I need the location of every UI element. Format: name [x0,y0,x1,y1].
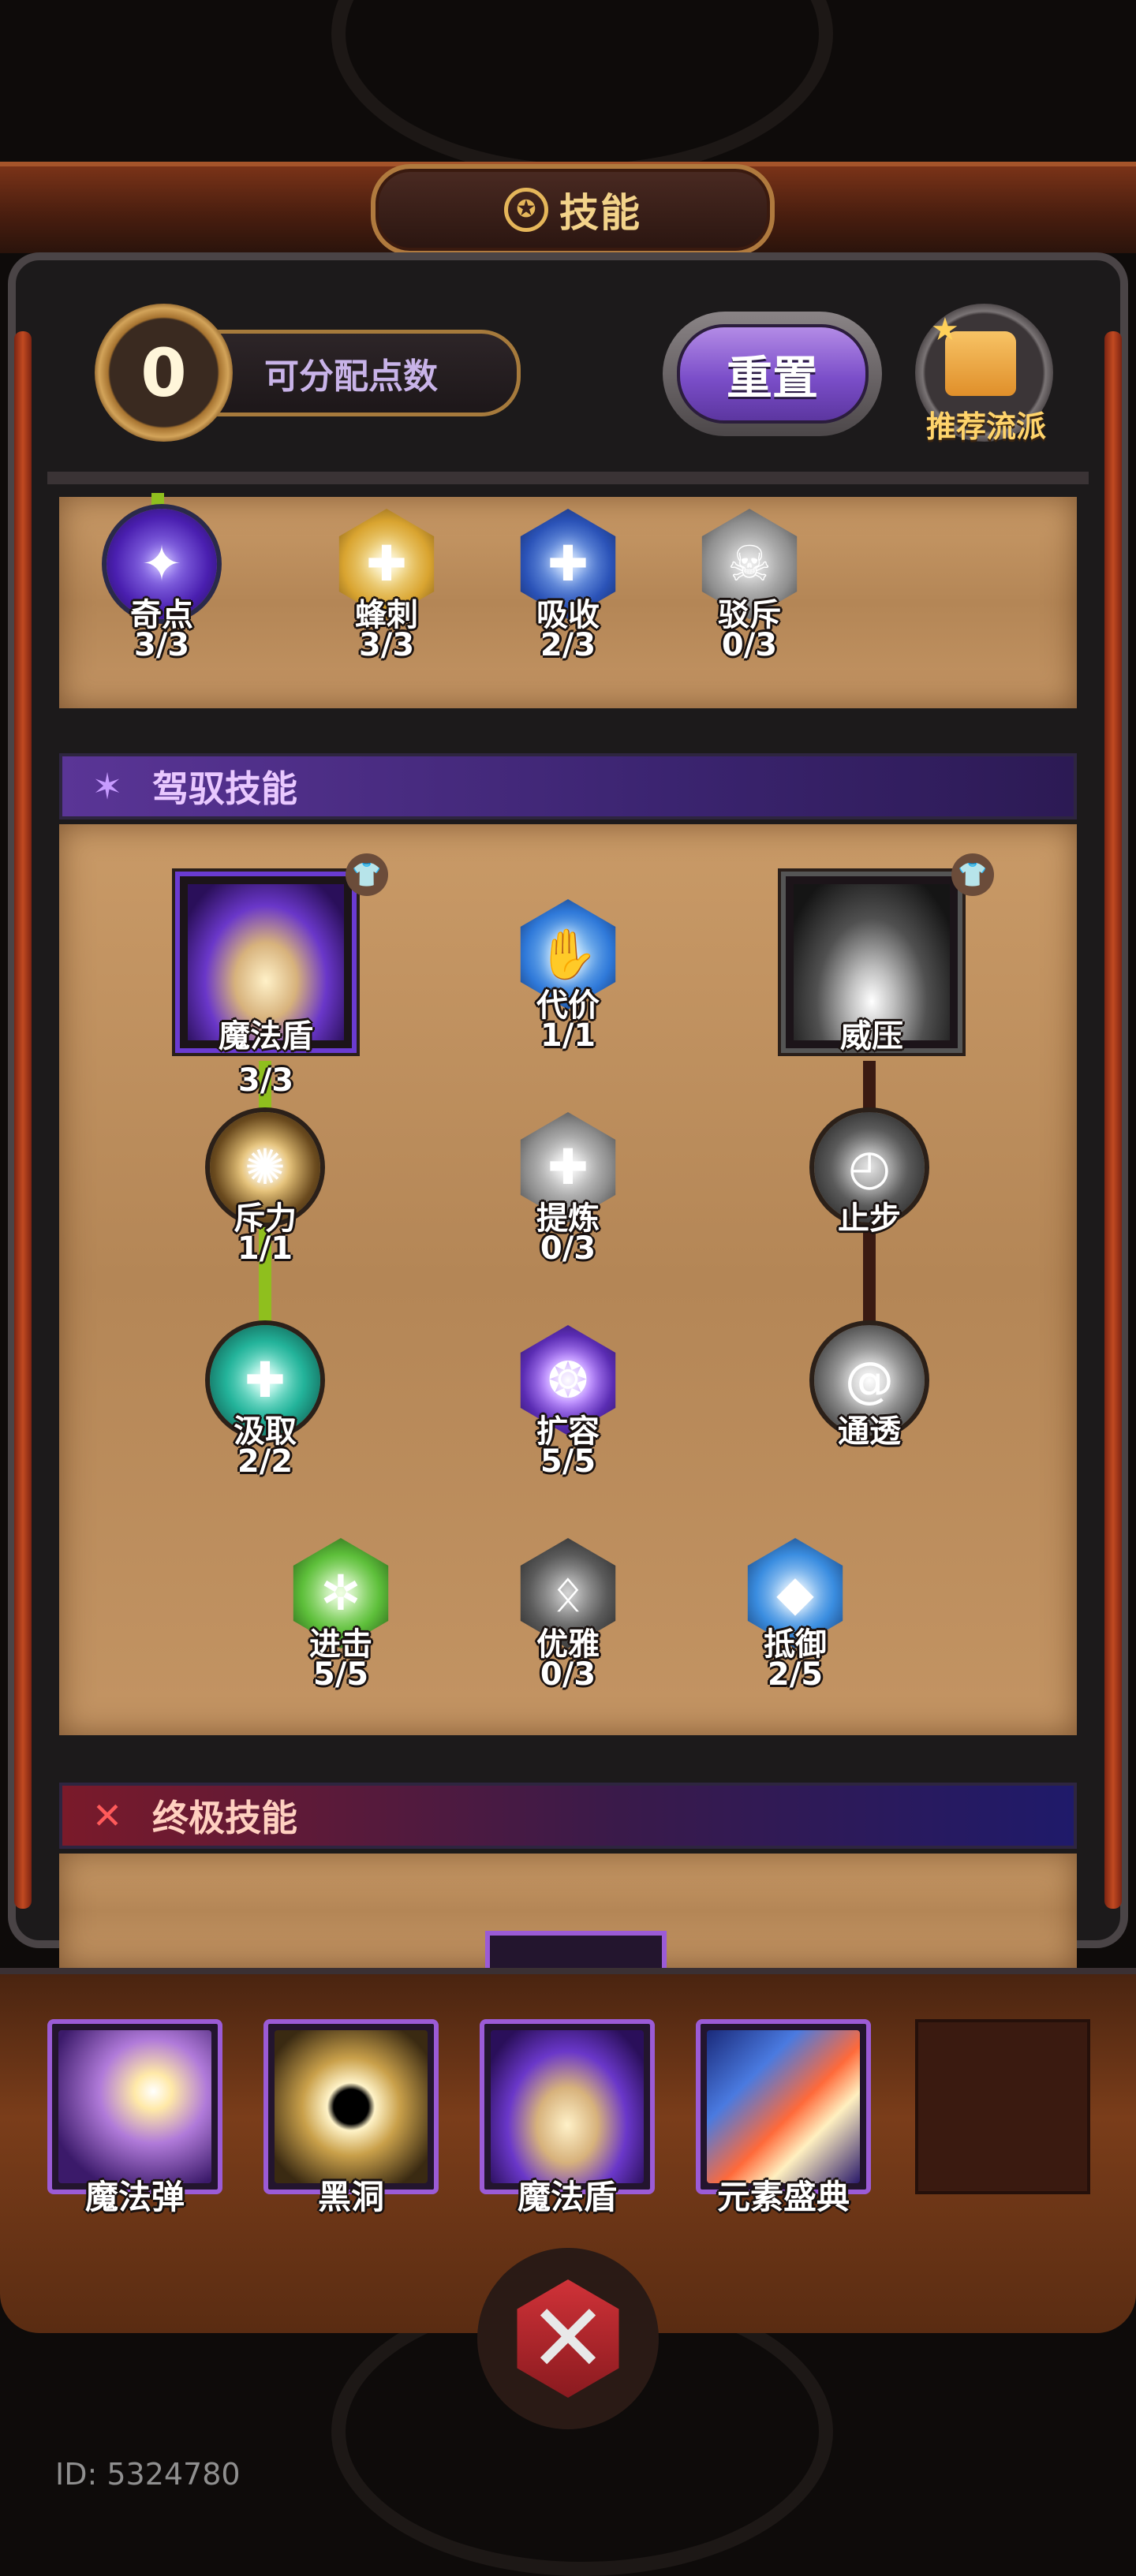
magic-shield-icon [491,2030,644,2183]
skill-level: 3/3 [237,1062,294,1099]
skill-node-吸收[interactable]: ✚ 吸收 2/3 [505,509,631,663]
title-banner: ✪ 技能 [371,164,775,256]
reset-button[interactable]: 重置 [663,312,882,436]
equipped-slot-1[interactable] [47,2019,222,2194]
magic-bolt-icon [58,2030,211,2183]
red-x-icon: ✕ [92,1794,123,1837]
slot-label: 魔法弹 [84,2178,185,2216]
skill-name: 通透 [838,1413,901,1450]
section-header-ultimate: ✕ 终极技能 [59,1783,1077,1849]
equipped-slot-2[interactable] [263,2019,439,2194]
skill-name: 魔法盾 [219,1018,313,1055]
user-id: ID: 5324780 [55,2457,241,2492]
close-icon: ✕ [517,2279,619,2398]
star-emblem-icon: ✪ [504,188,548,232]
skill-level: 0/3 [540,1230,596,1267]
points-badge: 0 [95,304,233,442]
skill-name: 威压 [840,1018,903,1055]
skill-node-蜂刺[interactable]: ✚ 蜂刺 3/3 [323,509,450,663]
skill-level: 0/3 [540,1656,596,1693]
page-title: 技能 [559,190,641,236]
skill-level: 3/3 [133,627,190,663]
skill-level: 1/1 [237,1230,293,1267]
skill-node-驳斥[interactable]: ☠ 驳斥 0/3 [686,509,813,663]
element-rain-icon [707,2030,860,2183]
section-title: 终极技能 [152,1797,297,1839]
skill-level: 2/3 [540,627,596,663]
skill-node-抵御[interactable]: ◆ 抵御 2/5 [732,1538,858,1693]
points-bar: 可分配点数 [189,330,521,416]
skill-node-提炼[interactable]: ✚ 提炼 0/3 [505,1112,631,1267]
points-label: 可分配点数 [264,357,438,397]
purple-star-icon: ✶ [92,765,123,808]
slot-label: 元素盛典 [716,2178,850,2216]
skill-node-优雅[interactable]: ᛟ 优雅 0/3 [505,1538,631,1693]
skill-level: 2/5 [767,1656,824,1693]
equipped-slot-4[interactable] [696,2019,871,2194]
frame-right-trim [1104,331,1122,1909]
star-icon: ★ [931,312,959,348]
points-value: 0 [140,334,187,412]
skill-node-奇点[interactable]: ✦ 奇点 3/3 [99,509,225,663]
skill-node-止步[interactable]: ◴ 止步 [806,1112,932,1262]
recommend-build-label[interactable]: 推荐流派 [907,402,1065,446]
section-header-control: ✶ 驾驭技能 [59,753,1077,819]
skill-node-代价[interactable]: ✋ 代价 1/1 [505,899,631,1054]
skill-level: 5/5 [540,1443,596,1480]
section-title: 驾驭技能 [152,767,297,810]
skill-node-魔法盾[interactable]: 魔法盾 3/3 [175,872,357,1099]
skill-level: 1/1 [540,1017,596,1054]
header-divider [47,472,1089,484]
skill-level: 2/2 [237,1443,293,1480]
skill-node-通透[interactable]: @ 通透 [806,1325,932,1475]
skill-node-汲取[interactable]: ✚ 汲取 2/2 [202,1325,328,1480]
skill-name: 止步 [838,1200,901,1237]
slot-label: 魔法盾 [517,2178,617,2216]
reset-button-label: 重置 [676,324,869,424]
skill-node-斥力[interactable]: ✺ 斥力 1/1 [202,1112,328,1267]
equipped-slot-3[interactable] [480,2019,655,2194]
skill-level: 0/3 [721,627,778,663]
close-button[interactable]: ✕ [477,2248,659,2429]
frame-left-trim [14,331,32,1909]
background-ornament [331,0,833,178]
skill-level: 3/3 [358,627,415,663]
skill-node-进击[interactable]: ✲ 进击 5/5 [278,1538,404,1693]
black-hole-icon [275,2030,428,2183]
skill-node-威压[interactable]: 威压 [781,872,962,1055]
ultimate-skill-peek [485,1931,667,1970]
empty-slot[interactable] [915,2019,1090,2194]
skill-level: 5/5 [312,1656,369,1693]
shirt-lock-icon: 👕 [346,853,388,896]
skill-node-扩容[interactable]: ❂ 扩容 5/5 [505,1325,631,1480]
slot-label: 黑洞 [317,2178,384,2216]
shirt-lock-icon: 👕 [951,853,994,896]
